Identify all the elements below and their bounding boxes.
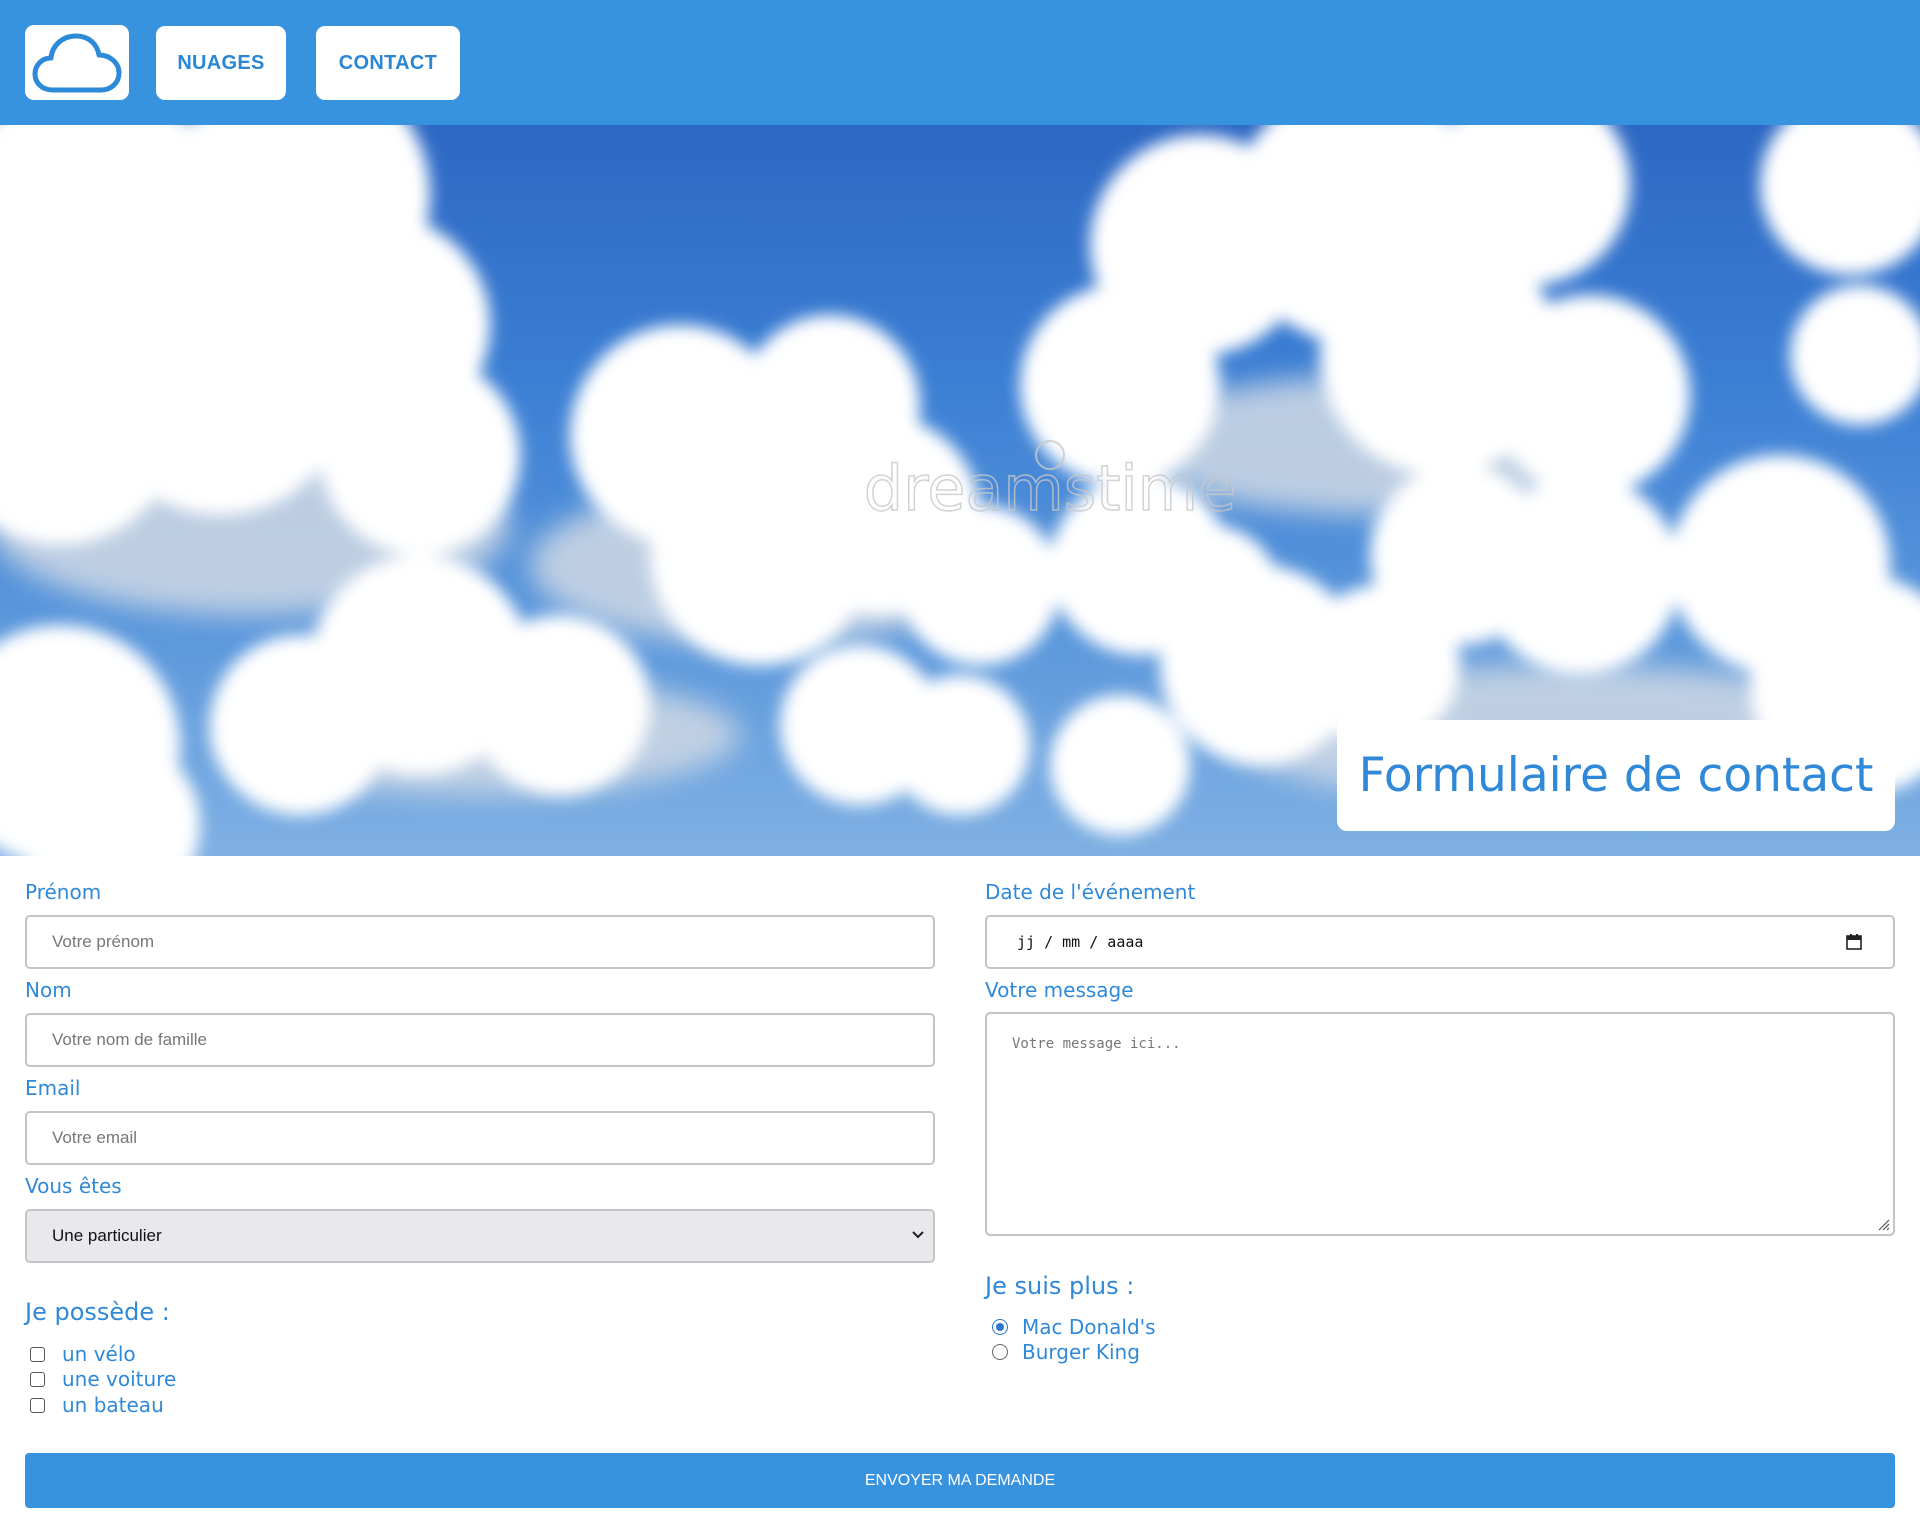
- checkbox-label: un vélo: [62, 1342, 136, 1366]
- vous-etes-label: Vous êtes: [25, 1174, 122, 1198]
- radio-button[interactable]: [992, 1319, 1008, 1335]
- checkbox-label: une voiture: [62, 1367, 177, 1391]
- suis-plus-heading: Je suis plus :: [985, 1272, 1135, 1300]
- top-navigation-bar: NUAGES CONTACT: [0, 0, 1920, 125]
- chevron-down-icon: [912, 1231, 924, 1239]
- logo[interactable]: [25, 25, 129, 100]
- date-input[interactable]: jj / mm / aaaa: [985, 915, 1895, 969]
- checkbox[interactable]: [30, 1371, 45, 1387]
- nav-nuages-label: NUAGES: [177, 51, 265, 74]
- hero-title-box: Formulaire de contact: [1337, 720, 1895, 831]
- radio-option-burger-king[interactable]: Burger King: [992, 1340, 1140, 1364]
- calendar-icon[interactable]: [1845, 933, 1863, 951]
- prenom-placeholder: Votre prénom: [52, 932, 155, 951]
- hero-banner: dreamstime Formulaire de contact: [0, 125, 1920, 856]
- checkbox-label: un bateau: [62, 1393, 164, 1417]
- checkbox-option-voiture[interactable]: une voiture: [30, 1367, 176, 1391]
- vous-etes-select[interactable]: Une particulier: [25, 1209, 935, 1263]
- watermark-text: dreamstime: [864, 452, 1236, 525]
- cloud-icon: [32, 33, 122, 92]
- message-placeholder: Votre message ici...: [1012, 1036, 1181, 1052]
- nav-contact-button[interactable]: CONTACT: [316, 26, 460, 100]
- possede-heading: Je possède :: [25, 1298, 170, 1326]
- prenom-input[interactable]: Votre prénom: [25, 915, 935, 969]
- nav-contact-label: CONTACT: [338, 51, 438, 74]
- checkbox-option-velo[interactable]: un vélo: [30, 1342, 136, 1366]
- submit-button[interactable]: ENVOYER MA DEMANDE: [25, 1453, 1895, 1508]
- date-label: Date de l'événement: [985, 880, 1196, 904]
- page-title: Formulaire de contact: [1358, 748, 1874, 803]
- radio-button[interactable]: [992, 1344, 1008, 1360]
- nom-input[interactable]: Votre nom de famille: [25, 1013, 935, 1067]
- vous-etes-selected-value: Une particulier: [52, 1226, 162, 1245]
- date-value: jj / mm / aaaa: [1017, 933, 1144, 951]
- email-label: Email: [25, 1076, 81, 1100]
- email-placeholder: Votre email: [52, 1128, 138, 1147]
- checkbox-option-bateau[interactable]: un bateau: [30, 1393, 164, 1417]
- message-textarea[interactable]: Votre message ici...: [985, 1012, 1895, 1236]
- radio-label: Burger King: [1022, 1340, 1140, 1364]
- prenom-label: Prénom: [25, 880, 102, 904]
- radio-label: Mac Donald's: [1022, 1315, 1156, 1339]
- resize-grip-icon[interactable]: [1875, 1216, 1891, 1232]
- nom-label: Nom: [25, 978, 72, 1002]
- nom-placeholder: Votre nom de famille: [52, 1030, 207, 1049]
- checkbox[interactable]: [30, 1397, 45, 1413]
- message-label: Votre message: [985, 978, 1134, 1002]
- submit-label: ENVOYER MA DEMANDE: [864, 1471, 1056, 1489]
- email-input[interactable]: Votre email: [25, 1111, 935, 1165]
- radio-option-mac-donalds[interactable]: Mac Donald's: [992, 1315, 1156, 1339]
- nav-nuages-button[interactable]: NUAGES: [156, 26, 286, 100]
- checkbox[interactable]: [30, 1346, 45, 1362]
